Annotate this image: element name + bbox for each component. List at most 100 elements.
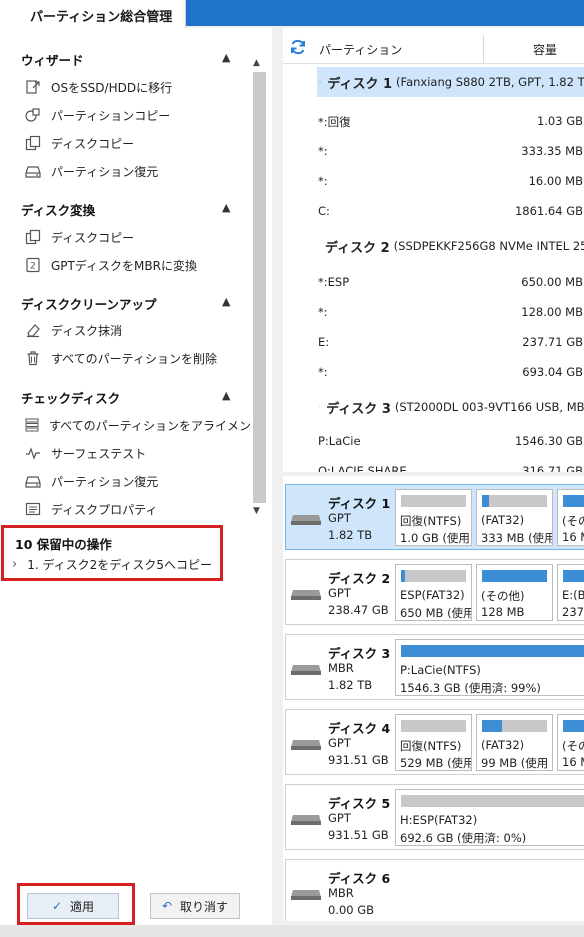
sidebar-item-partition-recovery-2[interactable]: パーティション復元	[24, 469, 244, 493]
grid-header: パーティション 容量	[283, 28, 584, 64]
partition-label: 回復(NTFS)	[400, 739, 462, 753]
sidebar-item-align-all[interactable]: すべてのパーティションをアライメント	[24, 413, 263, 437]
svg-text:2: 2	[30, 262, 36, 272]
partition-block[interactable]: 回復(NTFS) 529 MB (使用	[395, 714, 472, 771]
partition-label: P:LaCie(NTFS)	[400, 663, 481, 677]
table-row[interactable]: *: 128.00 MB	[318, 301, 584, 323]
partition-grid: パーティション 容量 ディスク 1 (Fanxiang S880 2TB, GP…	[283, 28, 584, 472]
section-check-disk-title[interactable]: チェックディスク	[21, 388, 120, 407]
sidebar-scrollbar[interactable]: ▲ ▼	[251, 58, 266, 518]
usage-fill	[401, 645, 584, 657]
partition-size: 650 MB (使用	[400, 606, 472, 620]
table-row[interactable]: *:ESP 650.00 MB	[318, 271, 584, 293]
chevron-right-icon[interactable]: ›	[12, 557, 17, 572]
disk-card-type: GPT	[328, 586, 351, 600]
partition-block[interactable]: ESP(FAT32) 650 MB (使用	[395, 564, 472, 621]
apply-button[interactable]: ✓ 適用	[27, 893, 119, 919]
grid-disk-row[interactable]: ディスク 1 (Fanxiang S880 2TB, GPT, 1.82 TB)	[317, 67, 584, 97]
partition-capacity: 1546.30 GB	[514, 434, 583, 448]
partition-block[interactable]: (その他) 128 MB	[476, 564, 553, 621]
usage-fill	[482, 720, 502, 732]
table-row[interactable]: *: 693.04 GB	[318, 361, 584, 383]
sidebar-item-delete-all-partitions[interactable]: すべてのパーティションを削除	[24, 346, 244, 370]
partition-capacity: 1.03 GB	[536, 114, 583, 128]
usage-bar	[401, 795, 584, 807]
partition-size: 692.6 GB (使用済: 0%)	[400, 831, 527, 845]
disk-card-type: GPT	[328, 511, 351, 525]
partition-capacity: 693.04 GB	[522, 365, 583, 379]
section-disk-cleanup-title[interactable]: ディスククリーンアップ	[21, 294, 157, 313]
partition-block[interactable]: (その 16 M	[557, 489, 584, 546]
partition-label: (FAT32)	[481, 738, 525, 752]
sidebar-item-partition-recovery[interactable]: パーティション復元	[24, 159, 244, 183]
sidebar-item-label: OSをSSD/HDDに移行	[51, 80, 173, 95]
partition-name: C:	[318, 204, 330, 218]
table-row[interactable]: *: 16.00 MB	[318, 170, 584, 192]
partition-block[interactable]: P:LaCie(NTFS) 1546.3 GB (使用済: 99%)	[395, 639, 584, 696]
sidebar-item-disk-copy-2[interactable]: ディスクコピー	[24, 225, 244, 249]
sidebar-item-gpt-to-mbr[interactable]: 2 GPTディスクをMBRに変換	[24, 253, 244, 277]
section-wizard-title[interactable]: ウィザード	[21, 50, 84, 69]
partition-label: ESP(FAT32)	[400, 588, 465, 602]
chevron-up-icon[interactable]: ▲	[222, 201, 230, 214]
refresh-icon[interactable]	[289, 38, 307, 56]
disk-description: (Fanxiang S880 2TB, GPT, 1.82 TB)	[396, 75, 584, 89]
disk-name: ディスク 1	[327, 76, 393, 92]
table-row[interactable]: *: 333.35 MB	[318, 140, 584, 162]
scroll-down-icon[interactable]: ▼	[253, 506, 260, 516]
undo-button[interactable]: ↶ 取り消す	[150, 893, 240, 919]
section-disk-convert-title[interactable]: ディスク変換	[21, 200, 95, 219]
partition-label: (その	[562, 739, 584, 753]
sidebar-item-disk-copy[interactable]: ディスクコピー	[24, 131, 244, 155]
scroll-up-icon[interactable]: ▲	[253, 58, 260, 68]
partition-block[interactable]: 回復(NTFS) 1.0 GB (使用	[395, 489, 472, 546]
sidebar-item-label: すべてのパーティションを削除	[51, 351, 217, 366]
scrollbar-thumb[interactable]	[253, 72, 266, 503]
partition-block[interactable]: (FAT32) 333 MB (使用	[476, 489, 553, 546]
grid-disk-row[interactable]: ディスク 3 (ST2000DL 003-9VT166 USB, MBR)	[317, 392, 584, 422]
partition-block[interactable]: (その 16 M	[557, 714, 584, 771]
sidebar-item-disk-wipe[interactable]: ディスク抹消	[24, 318, 244, 342]
table-row[interactable]: E: 237.71 GB	[318, 331, 584, 353]
table-row[interactable]: Q:LACIE SHARE 316.71 GB	[318, 460, 584, 472]
pending-operation-item[interactable]: › 1. ディスク2をディスク5へコピー	[12, 556, 212, 573]
disk-card[interactable]: ディスク 5 GPT 931.51 GB H:ESP(FAT32) 692.6 …	[285, 784, 584, 850]
chevron-up-icon[interactable]: ▲	[222, 51, 230, 64]
partition-block[interactable]: (FAT32) 99 MB (使用	[476, 714, 553, 771]
disk-card[interactable]: ディスク 1 GPT 1.82 TB 回復(NTFS) 1.0 GB (使用 (…	[285, 484, 584, 550]
disk-card-name: ディスク 4	[328, 721, 391, 736]
disk-card-type: MBR	[328, 661, 354, 675]
partition-size: 1546.3 GB (使用済: 99%)	[400, 681, 541, 695]
usage-bar	[563, 720, 584, 732]
chevron-up-icon[interactable]: ▲	[222, 295, 230, 308]
tab-partition-management[interactable]: パーティション総合管理	[0, 0, 186, 28]
table-row[interactable]: C: 1861.64 GB	[318, 200, 584, 222]
hard-drive-icon	[291, 515, 321, 525]
table-row[interactable]: *:回復 1.03 GB	[318, 110, 584, 132]
usage-fill	[482, 570, 547, 582]
properties-icon	[24, 501, 42, 517]
partition-name: P:LaCie	[318, 434, 361, 448]
sidebar-item-surface-test[interactable]: サーフェステスト	[24, 441, 244, 465]
grid-disk-row[interactable]: ディスク 2 (SSDPEKKF256G8 NVMe INTEL 256GB)	[317, 231, 584, 261]
column-header-partition[interactable]: パーティション	[319, 41, 402, 58]
disk-card[interactable]: ディスク 2 GPT 238.47 GB ESP(FAT32) 650 MB (…	[285, 559, 584, 625]
partition-name: *:	[318, 174, 328, 188]
column-header-capacity[interactable]: 容量	[533, 41, 557, 58]
sidebar-item-migrate-os[interactable]: OSをSSD/HDDに移行	[24, 75, 244, 99]
table-row[interactable]: P:LaCie 1546.30 GB	[318, 430, 584, 452]
partition-block[interactable]: H:ESP(FAT32) 692.6 GB (使用済: 0%)	[395, 789, 584, 846]
disk-description: (ST2000DL 003-9VT166 USB, MBR)	[394, 400, 584, 414]
column-divider[interactable]	[483, 35, 484, 63]
disk-card[interactable]: ディスク 3 MBR 1.82 TB P:LaCie(NTFS) 1546.3 …	[285, 634, 584, 700]
usage-bar	[401, 645, 584, 657]
disk-card-name: ディスク 2	[328, 571, 391, 586]
disk-card[interactable]: ディスク 4 GPT 931.51 GB 回復(NTFS) 529 MB (使用…	[285, 709, 584, 775]
disk-name: ディスク 2	[325, 240, 390, 256]
disk-card[interactable]: ディスク 6 MBR 0.00 GB	[285, 859, 584, 921]
sidebar-item-partition-copy[interactable]: パーティションコピー	[24, 103, 244, 127]
chevron-up-icon[interactable]: ▲	[222, 389, 230, 402]
undo-label: 取り消す	[180, 899, 229, 914]
sidebar-item-disk-properties[interactable]: ディスクプロパティ	[24, 497, 244, 521]
partition-block[interactable]: E:(Bi 237.	[557, 564, 584, 621]
